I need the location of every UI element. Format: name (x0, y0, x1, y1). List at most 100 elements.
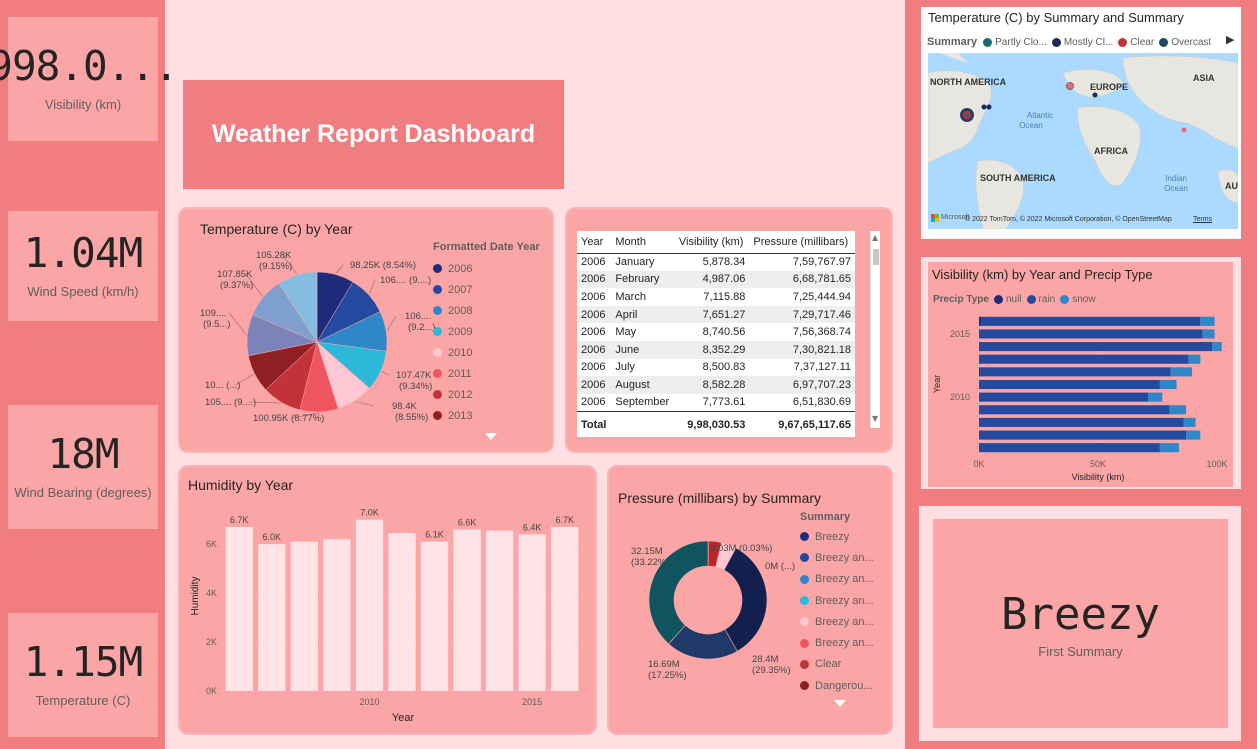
kpi-card-wind-speed[interactable]: 1.04M Wind Speed (km/h) (8, 211, 158, 321)
humidity-bar[interactable] (355, 519, 384, 691)
first-summary-card[interactable]: Breezy First Summary (933, 519, 1228, 728)
legend-item[interactable]: Overcast (1159, 35, 1211, 49)
scroll-up-icon[interactable]: ▲ (872, 233, 878, 242)
legend-item[interactable]: Partly Clo... (983, 35, 1047, 49)
table-cell: 2006 (577, 376, 612, 394)
legend-item[interactable]: Breezy an... (800, 547, 874, 568)
legend-item[interactable]: 2006 (433, 258, 540, 279)
humidity-bar[interactable] (225, 527, 253, 691)
visibility-bar-segment[interactable] (1159, 379, 1177, 390)
legend-item[interactable]: 2012 (433, 384, 540, 405)
map-bubble[interactable] (981, 104, 987, 110)
visibility-bar-segment[interactable] (979, 354, 1189, 364)
humidity-bar[interactable] (453, 529, 481, 691)
table-row[interactable]: 2006 January 5,878.34 7,59,767.97 (577, 253, 855, 271)
kpi-card-wind-bearing[interactable]: 18M Wind Bearing (degrees) (8, 405, 158, 529)
visibility-bar-segment[interactable] (981, 316, 1201, 326)
visibility-bar-segment[interactable] (1212, 342, 1222, 352)
visibility-bar-segment[interactable] (1147, 392, 1163, 402)
humidity-bar[interactable] (485, 530, 514, 691)
table-row[interactable]: 2006 March 7,115.88 7,25,444.94 (577, 288, 855, 306)
legend-item[interactable]: Breezy an... (800, 632, 874, 653)
humidity-bar[interactable] (551, 527, 579, 691)
visibility-bar-segment[interactable] (979, 430, 1187, 440)
map-bubble[interactable] (986, 104, 992, 110)
visibility-bar-segment[interactable] (979, 367, 981, 377)
legend-item[interactable]: Breezy an... (800, 611, 874, 632)
legend-next-icon[interactable]: ▶ (1226, 33, 1234, 46)
visibility-bar-segment[interactable] (979, 316, 982, 326)
visibility-bar-segment[interactable] (979, 417, 1184, 427)
visibility-bar-segment[interactable] (979, 392, 1148, 402)
col-header-pressure[interactable]: Pressure (millibars) (749, 231, 855, 254)
map-bubble[interactable] (965, 113, 969, 117)
scrollbar-thumb[interactable] (873, 249, 879, 265)
kpi-card-temperature[interactable]: 1.15M Temperature (C) (8, 613, 158, 737)
legend-item[interactable]: Clear (800, 654, 874, 675)
legend-item[interactable]: 2011 (433, 363, 540, 384)
humidity-bar[interactable] (420, 541, 449, 691)
humidity-bar[interactable] (258, 544, 286, 691)
visibility-bar-segment[interactable] (1186, 430, 1201, 440)
table-row[interactable]: 2006 April 7,651.27 7,29,717.46 (577, 305, 855, 324)
legend-scroll-down-icon[interactable] (485, 433, 497, 440)
legend-item[interactable]: Mostly Cl... (1051, 35, 1113, 49)
legend-item[interactable]: Dangerou... (800, 675, 874, 696)
visibility-bar-segment[interactable] (979, 379, 1160, 390)
world-map-svg[interactable]: NORTH AMERICA EUROPE ASIA AFRICA SOUTH A… (928, 53, 1238, 229)
table-row[interactable]: 2006 August 8,582.28 6,97,707.23 (577, 376, 855, 394)
table-cell: 2006 (581, 326, 606, 339)
visibility-bar-segment[interactable] (1159, 443, 1179, 453)
legend-item[interactable]: Breezy (800, 526, 874, 547)
legend-title: Summary (927, 36, 978, 48)
map-bubble[interactable] (1066, 82, 1074, 90)
col-header-year[interactable]: Year (577, 231, 612, 254)
monthly-table[interactable]: Year Month Visibility (km) Pressure (mil… (577, 231, 855, 438)
table-row[interactable]: 2006 July 8,500.83 7,37,127.11 (577, 359, 855, 377)
humidity-bar-chart[interactable]: 0K 2K 4K 6K 6.7K 6.0K 7.0K 6.1K 6.6K 6.4K 6.7K 2010… (178, 465, 597, 735)
scroll-down-icon[interactable]: ▼ (872, 414, 878, 423)
legend-item[interactable]: 2013 (433, 405, 540, 426)
table-row[interactable]: 2006 September 7,773.61 6,51,830.69 (577, 394, 855, 412)
legend-item[interactable]: 2009 (433, 321, 540, 342)
pie-leader-line (381, 371, 389, 376)
pressure-legend: Summary Breezy Breezy an... Breezy an... Br… (800, 511, 874, 696)
visibility-bar-segment[interactable] (1169, 405, 1187, 415)
map-terms-link[interactable]: Terms (1193, 216, 1212, 223)
legend-item[interactable]: 2010 (433, 342, 540, 363)
table-row[interactable]: 2006 June 8,352.29 7,30,821.18 (577, 340, 855, 359)
kpi-card-visibility[interactable]: 998.0... Visibility (km) (0, 17, 179, 141)
legend-item[interactable]: 2008 (433, 300, 540, 321)
visibility-bar-segment[interactable] (1202, 329, 1215, 339)
legend-scroll-down-icon[interactable] (834, 700, 846, 707)
visibility-bar-segment[interactable] (979, 342, 1213, 352)
map-attribution[interactable]: © 2022 TomTom, © 2022 Microsoft Corporat… (965, 216, 1172, 223)
visibility-bar-segment[interactable] (980, 367, 1171, 377)
visibility-bar-segment[interactable] (1170, 367, 1193, 377)
visibility-bar-segment[interactable] (1183, 417, 1196, 427)
world-map[interactable]: NORTH AMERICA EUROPE ASIA AFRICA SOUTH A… (928, 53, 1238, 229)
map-bubble[interactable] (1181, 127, 1187, 133)
visibility-bar-segment[interactable] (1200, 316, 1215, 326)
map-bubble[interactable] (1092, 92, 1098, 98)
donut-slice[interactable] (723, 547, 768, 652)
table-row[interactable]: 2006 May 8,740.56 7,56,368.74 (577, 323, 855, 341)
humidity-bar[interactable] (388, 533, 416, 691)
visibility-bar-segment[interactable] (979, 443, 1160, 453)
visibility-bar-segment[interactable] (979, 405, 1170, 415)
col-header-month[interactable]: Month (611, 231, 675, 254)
humidity-bar[interactable] (518, 534, 546, 691)
humidity-bar[interactable] (290, 541, 319, 691)
visibility-bar-segment[interactable] (1188, 354, 1201, 364)
visibility-bar-segment[interactable] (979, 329, 1203, 339)
col-header-visibility[interactable]: Visibility (km) (674, 231, 750, 254)
visibility-stacked-bar-chart[interactable]: 0K 50K 100K 2015 2010 Year Visibility (km) (928, 262, 1233, 487)
legend-item[interactable]: Breezy an... (800, 569, 874, 590)
legend-item[interactable]: 2007 (433, 279, 540, 300)
map-ocean-label: Ocean (1019, 121, 1043, 130)
table-row[interactable]: 2006 February 4,987.06 6,68,781.65 (577, 270, 855, 289)
humidity-bar[interactable] (323, 539, 351, 691)
table-scrollbar[interactable]: ▲ ▼ (870, 231, 880, 428)
legend-item[interactable]: Breezy an... (800, 590, 874, 611)
legend-item[interactable]: Clear (1118, 35, 1154, 49)
